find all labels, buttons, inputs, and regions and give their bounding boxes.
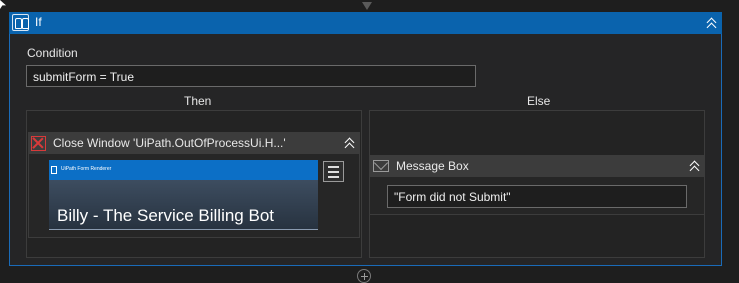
else-label: Else: [527, 94, 551, 108]
collapse-if-icon[interactable]: [705, 16, 719, 33]
collapse-message-box-icon[interactable]: [688, 159, 702, 176]
condition-label: Condition: [27, 46, 78, 60]
uipath-logo-icon: [51, 166, 57, 174]
if-activity-title: If: [35, 15, 42, 29]
binoculars-icon: [12, 14, 29, 31]
close-window-title: Close Window 'UiPath.OutOfProcessUi.H...…: [53, 136, 286, 150]
close-window-icon: [31, 136, 46, 151]
hamburger-menu-icon[interactable]: [323, 161, 344, 182]
condition-input[interactable]: submitForm = True: [26, 65, 476, 87]
envelope-icon: [373, 160, 389, 172]
mouse-cursor: [0, 0, 6, 9]
preview-app-name: UiPath Form Renderer: [61, 166, 112, 172]
collapse-close-window-icon[interactable]: [343, 136, 357, 153]
message-box-title: Message Box: [396, 159, 469, 173]
message-text-input[interactable]: "Form did not Submit": [387, 185, 687, 208]
then-label: Then: [184, 94, 212, 108]
if-activity-header[interactable]: [9, 12, 722, 34]
preview-divider: [49, 229, 318, 230]
flow-connector-arrow: [362, 2, 372, 10]
preview-heading: Billy - The Service Billing Bot: [57, 206, 274, 225]
